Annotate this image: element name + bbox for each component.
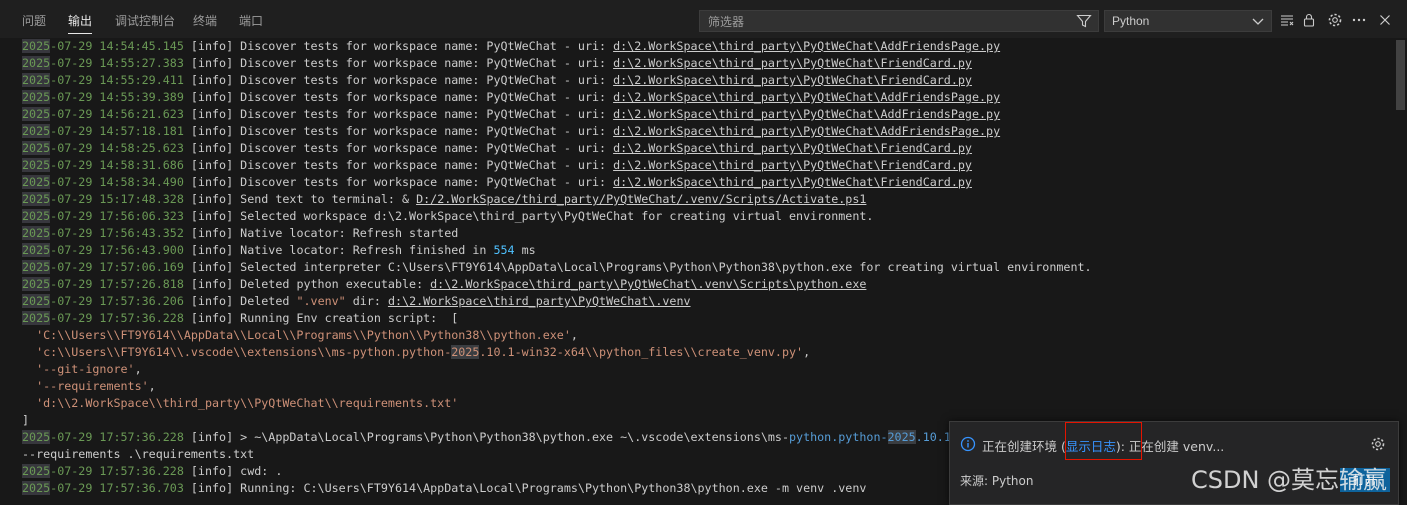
file-link[interactable]: d:\2.WorkSpace\third_party\PyQtWeChat\Ad… — [613, 107, 1000, 121]
log-line: 2025-07-29 17:57:06.169 [info] Selected … — [22, 260, 1092, 274]
file-link[interactable]: d:\2.WorkSpace\third_party\PyQtWeChat\Ad… — [613, 90, 1000, 104]
file-link[interactable]: d:\2.WorkSpace\third_party\PyQtWeChat\.v… — [388, 294, 691, 308]
file-link[interactable]: d:\2.WorkSpace\third_party\PyQtWeChat\Ad… — [613, 39, 1000, 53]
log-line: 2025-07-29 14:58:25.623 [info] Discover … — [22, 141, 972, 155]
show-log-link[interactable]: 显示日志 — [1066, 439, 1116, 454]
tab-debug-console[interactable]: 调试控制台 — [115, 12, 175, 34]
log-line: 2025-07-29 14:58:34.490 [info] Discover … — [22, 175, 972, 189]
log-line: 2025-07-29 14:54:45.145 [info] Discover … — [22, 39, 1001, 53]
channel-select-value: Python — [1112, 14, 1150, 28]
log-line: '--git-ignore', — [36, 362, 142, 376]
file-link[interactable]: d:\2.WorkSpace\third_party\PyQtWeChat\Fr… — [613, 73, 972, 87]
tab-ports[interactable]: 端口 — [239, 12, 263, 34]
scrollbar-thumb[interactable] — [1396, 40, 1405, 110]
lock-icon[interactable] — [1301, 12, 1317, 28]
file-link[interactable]: D:/2.WorkSpace/third_party/PyQtWeChat/.v… — [416, 192, 866, 206]
file-link[interactable]: d:\2.WorkSpace\third_party\PyQtWeChat\Fr… — [613, 175, 972, 189]
file-link[interactable]: d:\2.WorkSpace\third_party\PyQtWeChat\Fr… — [613, 56, 972, 70]
filter-input[interactable] — [706, 11, 1070, 33]
log-line: 2025-07-29 17:56:43.352 [info] Native lo… — [22, 226, 459, 240]
log-line: 2025-07-29 14:55:39.389 [info] Discover … — [22, 90, 1001, 104]
output-channel-select[interactable]: Python — [1104, 10, 1272, 32]
gear-icon[interactable] — [1370, 436, 1386, 452]
file-link[interactable]: d:\2.WorkSpace\third_party\PyQtWeChat\.v… — [430, 277, 866, 291]
log-line: 2025-07-29 15:17:48.328 [info] Send text… — [22, 192, 867, 206]
log-line: 2025-07-29 14:55:29.411 [info] Discover … — [22, 73, 972, 87]
chevron-down-icon — [1252, 18, 1264, 25]
output-filter[interactable] — [699, 10, 1099, 33]
log-line: 'd:\\2.WorkSpace\\third_party\\PyQtWeCha… — [36, 396, 459, 410]
notification-message: 正在创建环境 (显示日志): 正在创建 venv... — [982, 439, 1225, 454]
clear-output-icon[interactable] — [1279, 12, 1295, 28]
notification-toast: 正在创建环境 (显示日志): 正在创建 venv... 来源: Python 打… — [949, 421, 1399, 505]
log-line: 2025-07-29 14:56:21.623 [info] Discover … — [22, 107, 1001, 121]
output-gutter — [0, 38, 22, 505]
log-line: 'C:\\Users\\FT9Y614\\AppData\\Local\\Pro… — [36, 328, 578, 342]
log-line: 'c:\\Users\\FT9Y614\\.vscode\\extensions… — [36, 345, 811, 359]
file-link[interactable]: d:\2.WorkSpace\third_party\PyQtWeChat\Fr… — [613, 141, 972, 155]
more-icon[interactable] — [1351, 12, 1367, 28]
tab-output[interactable]: 输出 — [68, 12, 93, 34]
log-line: 2025-07-29 17:57:36.206 [info] Deleted "… — [22, 294, 691, 308]
close-icon[interactable] — [1377, 12, 1393, 28]
panel-header: 问题 输出 调试控制台 终端 端口 Python — [0, 0, 1407, 38]
notification-source: 来源: Python — [960, 474, 1034, 488]
log-line: 2025-07-29 14:58:31.686 [info] Discover … — [22, 158, 972, 172]
tab-problems[interactable]: 问题 — [22, 12, 46, 34]
log-line: 2025-07-29 17:57:36.228 [info] Running E… — [22, 311, 459, 325]
log-line: 2025-07-29 17:56:43.900 [info] Native lo… — [22, 243, 536, 257]
file-link[interactable]: d:\2.WorkSpace\third_party\PyQtWeChat\Fr… — [613, 158, 972, 172]
file-link[interactable]: d:\2.WorkSpace\third_party\PyQtWeChat\Ad… — [613, 124, 1000, 138]
log-line: 2025-07-29 14:57:18.181 [info] Discover … — [22, 124, 1001, 138]
log-line: 2025-07-29 14:55:27.383 [info] Discover … — [22, 56, 972, 70]
log-line: 2025-07-29 17:57:26.818 [info] Deleted p… — [22, 277, 867, 291]
log-line: 2025-07-29 17:56:06.323 [info] Selected … — [22, 209, 874, 223]
open-button[interactable]: 打开 — [1340, 468, 1390, 492]
log-line: '--requirements', — [36, 379, 156, 393]
info-icon — [960, 436, 976, 452]
filter-icon[interactable] — [1076, 13, 1092, 29]
gear-icon[interactable] — [1327, 12, 1343, 28]
tab-terminal[interactable]: 终端 — [193, 12, 217, 34]
